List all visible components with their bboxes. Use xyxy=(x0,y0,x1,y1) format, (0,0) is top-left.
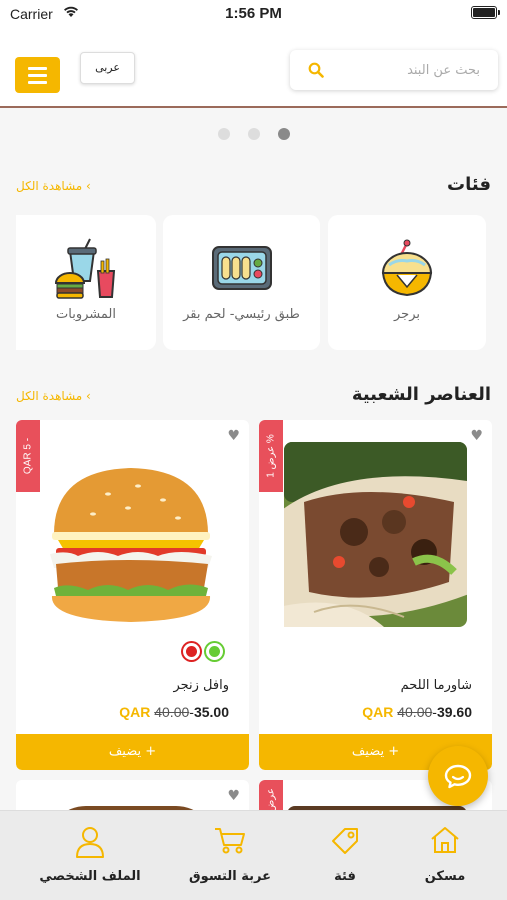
product-name: وافل زنجر xyxy=(173,678,229,693)
categories-title: فئات xyxy=(447,174,491,195)
product-card-shawarma[interactable]: ♥ عرض 1 % شاورما اللحم QAR 40.00-39.60 ي… xyxy=(259,420,492,770)
heart-icon[interactable]: ♥ xyxy=(227,788,240,804)
cart-icon xyxy=(215,828,245,854)
carousel-dot[interactable] xyxy=(218,128,230,140)
category-label: طبق رئيسي- لحم بقر xyxy=(183,307,300,322)
category-card-burger[interactable]: برجر xyxy=(328,215,486,350)
battery-icon xyxy=(471,6,500,19)
home-icon xyxy=(431,827,459,853)
carousel-dot[interactable] xyxy=(248,128,260,140)
chat-icon xyxy=(444,764,472,789)
color-option-green[interactable] xyxy=(206,643,223,660)
carousel-pagination xyxy=(0,128,507,142)
heart-icon[interactable]: ♥ xyxy=(227,428,240,444)
hamburger-icon xyxy=(28,67,47,70)
product-name: شاورما اللحم xyxy=(400,678,472,693)
search-bar[interactable] xyxy=(290,50,498,90)
language-button[interactable]: عربى xyxy=(80,52,135,84)
zinger-burger-image xyxy=(50,468,212,622)
tab-home[interactable]: مسكن xyxy=(400,811,490,900)
chat-button[interactable] xyxy=(428,746,488,806)
clock: 1:56 PM xyxy=(225,5,282,22)
product-price: QAR 40.00-35.00 xyxy=(119,704,229,720)
category-card-drinks[interactable]: المشروبات xyxy=(16,215,156,350)
tab-category[interactable]: فئة xyxy=(300,811,390,900)
category-label: برجر xyxy=(394,307,420,322)
categories-see-all[interactable]: مشاهدة الكل ‹ xyxy=(16,179,91,193)
discount-ribbon: عرض 1 % xyxy=(259,420,283,492)
add-to-cart-button[interactable]: يضيف + xyxy=(16,734,249,770)
popular-title: العناصر الشعبية xyxy=(351,384,491,405)
search-input[interactable] xyxy=(330,58,490,82)
product-price: QAR 40.00-39.60 xyxy=(362,704,472,720)
burger-icon xyxy=(381,239,433,297)
main-dish-icon xyxy=(211,246,272,290)
tag-icon xyxy=(332,828,358,854)
category-label: المشروبات xyxy=(56,307,116,322)
menu-button[interactable] xyxy=(15,57,60,93)
popular-see-all[interactable]: مشاهدة الكل ‹ xyxy=(16,389,91,403)
discount-ribbon: QAR 5 - xyxy=(16,420,40,492)
drinks-icon xyxy=(54,238,116,299)
profile-icon xyxy=(76,827,104,858)
color-option-red[interactable] xyxy=(183,643,200,660)
bottom-tab-bar: مسكن فئة عربة التسوق الملف الشخصي xyxy=(0,810,507,900)
carousel-dot-active[interactable] xyxy=(278,128,290,140)
tab-profile[interactable]: الملف الشخصي xyxy=(30,811,150,900)
shawarma-image xyxy=(284,442,467,627)
heart-icon[interactable]: ♥ xyxy=(470,428,483,444)
app-header: عربى xyxy=(0,30,507,108)
tab-cart[interactable]: عربة التسوق xyxy=(180,811,280,900)
search-icon xyxy=(308,62,324,78)
product-card-zinger[interactable]: ♥ QAR 5 - وافل زنجر QAR 40.00-35.00 يضيف… xyxy=(16,420,249,770)
category-card-main-dish[interactable]: طبق رئيسي- لحم بقر xyxy=(163,215,320,350)
status-bar: Carrier 1:56 PM xyxy=(0,0,507,30)
